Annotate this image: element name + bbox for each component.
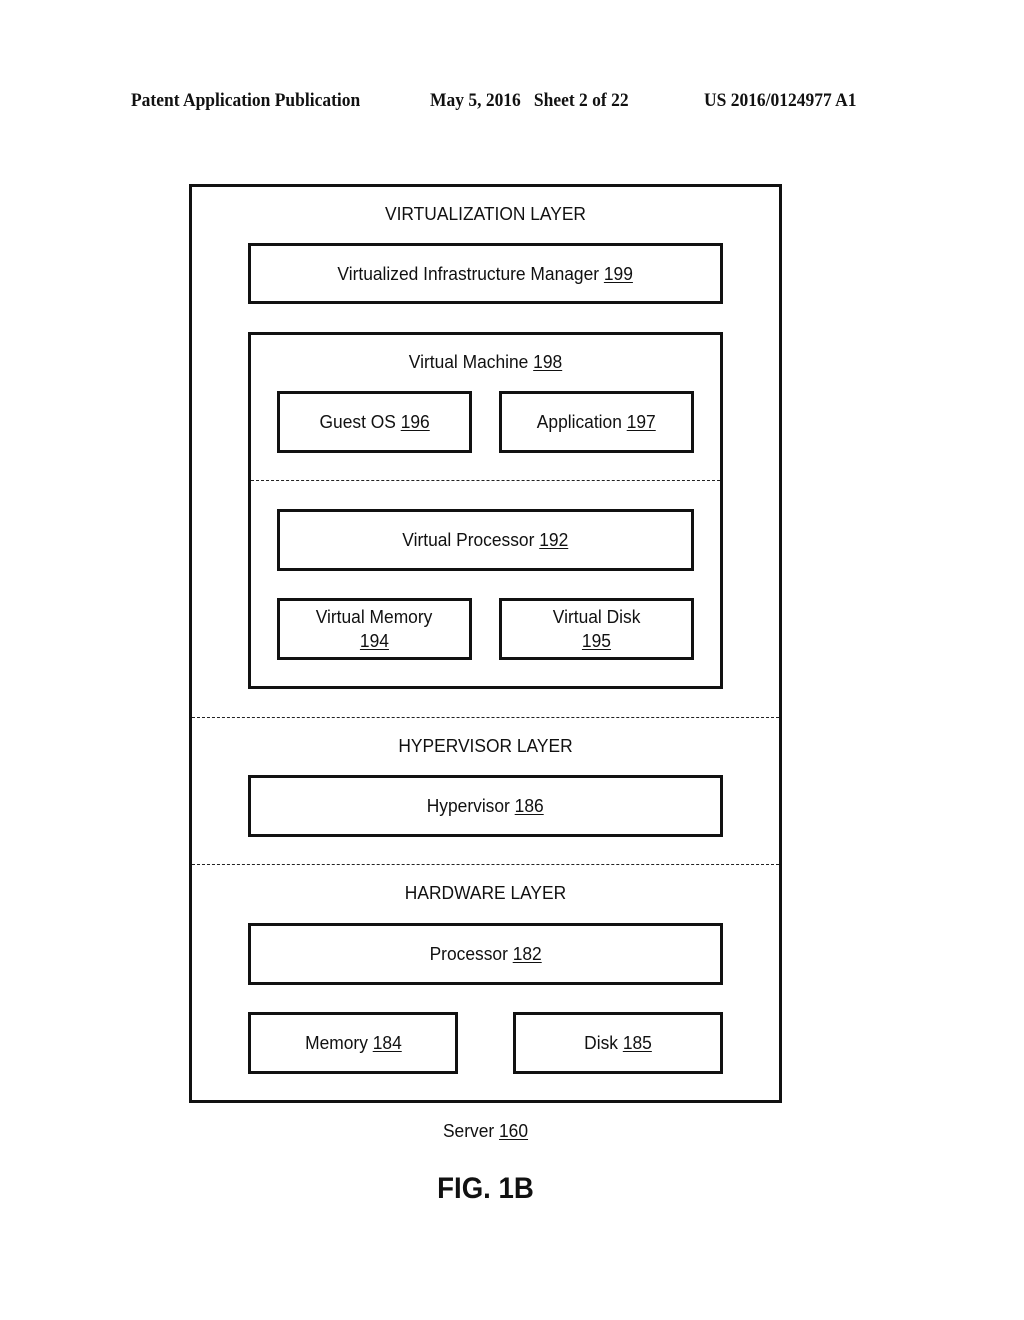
virtual-memory-name: Virtual Memory	[316, 606, 433, 627]
hardware-layer-title: HARDWARE LAYER	[404, 882, 567, 903]
patent-number: US 2016/0124977 A1	[704, 90, 857, 111]
virtual-disk-name: Virtual Disk	[552, 606, 641, 627]
guest-os-name: Guest OS	[319, 411, 396, 432]
publication-label: Patent Application Publication	[131, 90, 361, 111]
vim-name: Virtualized Infrastructure Manager	[337, 262, 600, 284]
hypervisor-layer-title: HYPERVISOR LAYER	[398, 735, 573, 756]
vim-ref: 199	[604, 262, 634, 284]
virtual-processor-name: Virtual Processor	[402, 529, 535, 550]
server-ref: 160	[499, 1120, 529, 1141]
vm-ref: 198	[533, 351, 563, 372]
virtual-disk-box: Virtual Disk 195	[499, 598, 694, 660]
guest-os-ref: 196	[400, 411, 430, 432]
disk-box: Disk 185	[513, 1012, 723, 1074]
guest-os-box: Guest OS 196	[277, 391, 472, 453]
virtual-memory-ref: 194	[359, 630, 390, 651]
processor-ref: 182	[512, 943, 542, 964]
disk-ref: 185	[622, 1032, 652, 1053]
application-name: Application	[537, 411, 623, 432]
vm-divider	[251, 480, 720, 481]
hypervisor-ref: 186	[514, 795, 544, 816]
virtual-processor-box: Virtual Processor 192	[277, 509, 694, 571]
application-ref: 197	[626, 411, 656, 432]
virtual-machine-title: Virtual Machine 198	[262, 351, 709, 373]
date-sheet-label: May 5, 2016 Sheet 2 of 22	[430, 90, 629, 111]
virtual-disk-ref: 195	[581, 630, 612, 651]
virtualization-layer-title: VIRTUALIZATION LAYER	[384, 203, 586, 224]
server-caption: Server 160	[207, 1120, 764, 1142]
memory-ref: 184	[372, 1032, 402, 1053]
hypervisor-box: Hypervisor 186	[248, 775, 723, 837]
disk-name: Disk	[584, 1032, 618, 1053]
hypervisor-name: Hypervisor	[427, 795, 511, 816]
server-name: Server	[442, 1120, 495, 1141]
processor-box: Processor 182	[248, 923, 723, 985]
application-box: Application 197	[499, 391, 694, 453]
layer-divider-hypervisor-hardware	[192, 864, 779, 865]
processor-name: Processor	[429, 943, 508, 964]
memory-box: Memory 184	[248, 1012, 458, 1074]
virtual-memory-box: Virtual Memory 194	[277, 598, 472, 660]
virtual-processor-ref: 192	[539, 529, 569, 550]
vm-name: Virtual Machine	[408, 351, 529, 372]
layer-divider-virtualization-hypervisor	[192, 717, 779, 718]
figure-label: FIG. 1B	[437, 1172, 534, 1205]
vim-box: Virtualized Infrastructure Manager 199	[248, 243, 723, 304]
memory-name: Memory	[304, 1032, 368, 1053]
